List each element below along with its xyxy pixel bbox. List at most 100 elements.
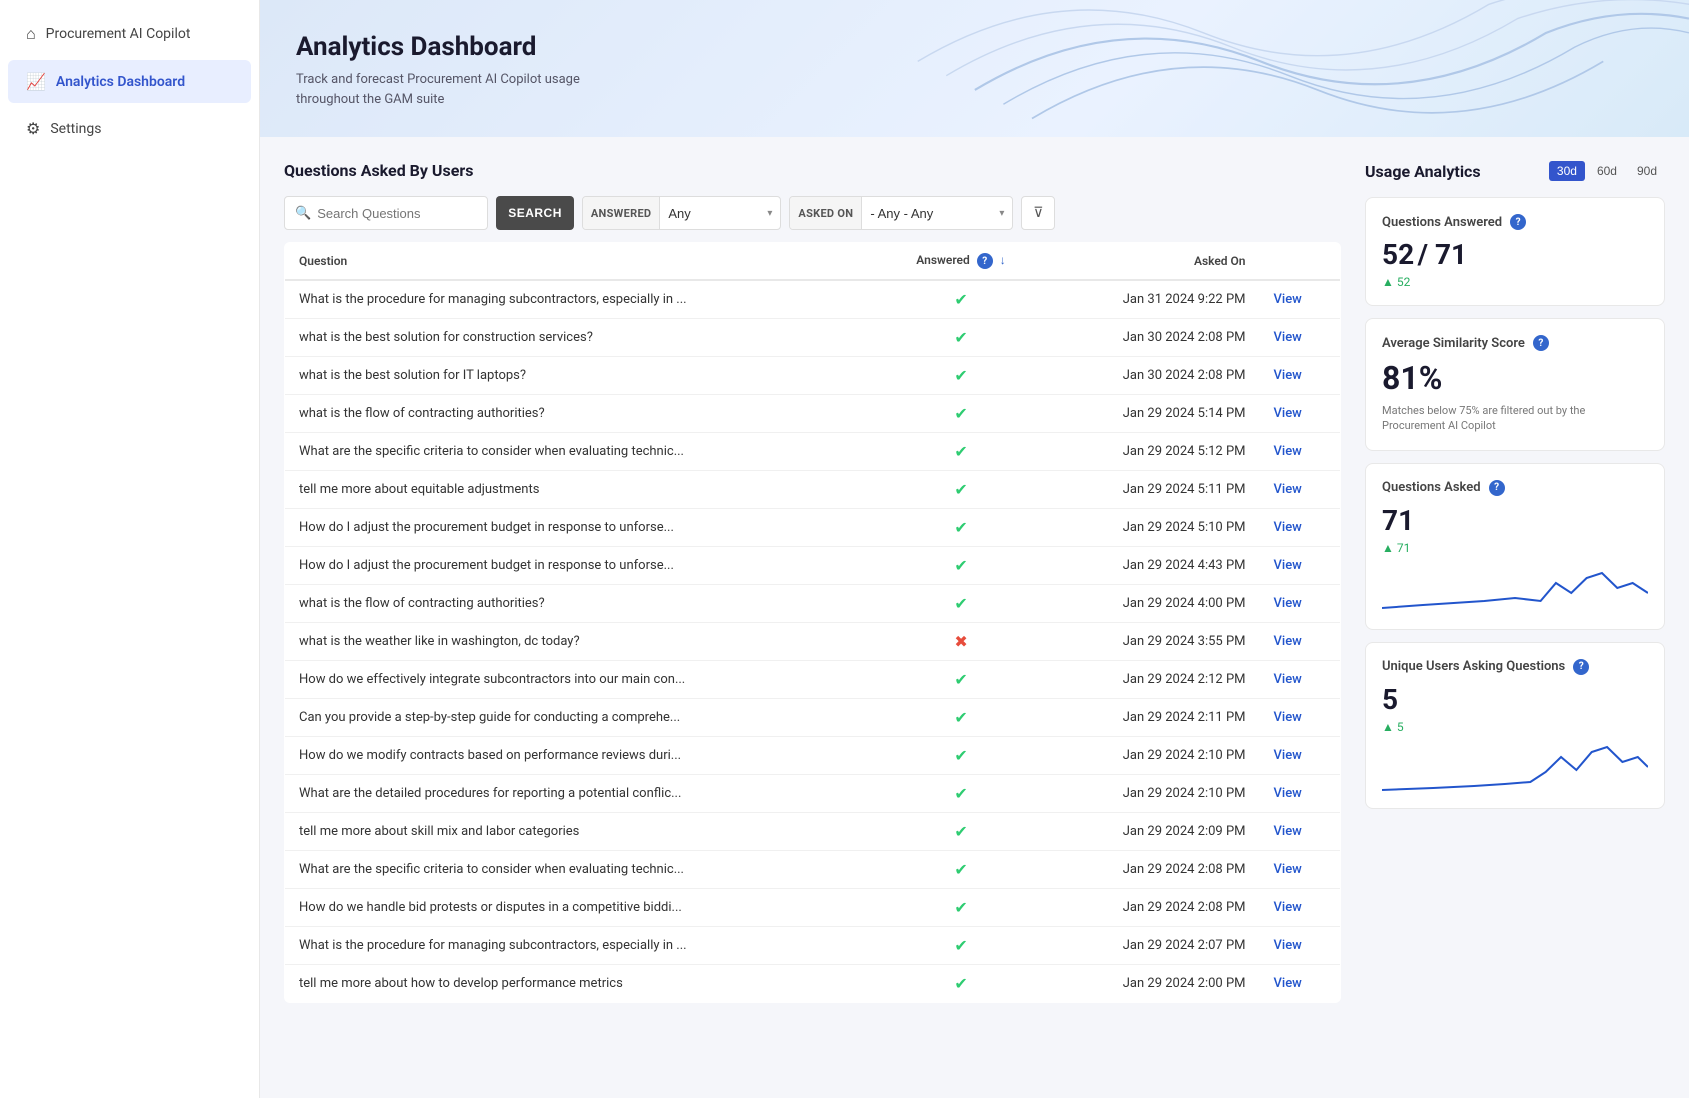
view-link[interactable]: View [1274,748,1302,763]
view-cell[interactable]: View [1260,395,1341,433]
view-link[interactable]: View [1274,938,1302,953]
table-row: what is the weather like in washington, … [285,623,1341,661]
view-link[interactable]: View [1274,444,1302,459]
check-yes-icon: ✔ [954,936,967,955]
view-link[interactable]: View [1274,330,1302,345]
search-box: 🔍 [284,196,488,230]
check-yes-icon: ✔ [954,518,967,537]
asked-on-cell: Jan 29 2024 2:09 PM [1045,813,1260,851]
view-link[interactable]: View [1274,634,1302,649]
view-cell[interactable]: View [1260,319,1341,357]
view-link[interactable]: View [1274,520,1302,535]
view-cell[interactable]: View [1260,927,1341,965]
askedon-select[interactable]: - Any - Any [862,206,1012,221]
view-link[interactable]: View [1274,900,1302,915]
view-cell[interactable]: View [1260,737,1341,775]
view-cell[interactable]: View [1260,813,1341,851]
answered-cell: ✔ [877,509,1044,547]
time-btn-60d[interactable]: 60d [1589,161,1625,181]
sidebar-item-label: Settings [50,121,101,137]
table-row: tell me more about skill mix and labor c… [285,813,1341,851]
time-btn-90d[interactable]: 90d [1629,161,1665,181]
view-cell[interactable]: View [1260,623,1341,661]
view-cell[interactable]: View [1260,357,1341,395]
filter-icon-button[interactable]: ⊽ [1021,196,1055,230]
view-cell[interactable]: View [1260,661,1341,699]
unique-users-help-icon: ? [1573,659,1589,675]
view-link[interactable]: View [1274,292,1302,307]
askedon-filter-label: ASKED ON [790,197,862,229]
table-row: tell me more about how to develop perfor… [285,965,1341,1003]
view-link[interactable]: View [1274,976,1302,991]
view-cell[interactable]: View [1260,509,1341,547]
view-link[interactable]: View [1274,596,1302,611]
asked-on-cell: Jan 29 2024 5:14 PM [1045,395,1260,433]
askedon-select-wrap: - Any - Any [862,206,1012,221]
check-yes-icon: ✔ [954,328,967,347]
questions-answered-title: Questions Answered ? [1382,214,1648,230]
question-cell: What are the specific criteria to consid… [285,433,878,471]
check-yes-icon: ✔ [954,860,967,879]
view-link[interactable]: View [1274,786,1302,801]
sidebar-item-label: Analytics Dashboard [56,74,185,90]
view-cell[interactable]: View [1260,775,1341,813]
answered-cell: ✔ [877,813,1044,851]
view-cell[interactable]: View [1260,965,1341,1003]
asked-on-cell: Jan 30 2024 2:08 PM [1045,319,1260,357]
view-link[interactable]: View [1274,482,1302,497]
question-cell: What are the detailed procedures for rep… [285,775,878,813]
sort-icon: ↓ [1000,253,1006,267]
view-cell[interactable]: View [1260,585,1341,623]
sidebar-item-settings[interactable]: ⚙ Settings [8,107,251,150]
question-cell: How do we handle bid protests or dispute… [285,889,878,927]
view-cell[interactable]: View [1260,889,1341,927]
time-filters: 30d 60d 90d [1549,161,1665,181]
question-cell: tell me more about skill mix and labor c… [285,813,878,851]
check-yes-icon: ✔ [954,670,967,689]
answered-select-wrap: Any Yes No [660,206,780,221]
view-cell[interactable]: View [1260,471,1341,509]
view-link[interactable]: View [1274,672,1302,687]
sidebar: ⌂ Procurement AI Copilot 📈 Analytics Das… [0,0,260,1098]
asked-on-cell: Jan 29 2024 2:10 PM [1045,775,1260,813]
view-link[interactable]: View [1274,862,1302,877]
search-input[interactable] [317,206,477,221]
view-cell[interactable]: View [1260,699,1341,737]
search-button[interactable]: SEARCH [496,196,574,230]
questions-asked-card: Questions Asked ? 71 ▲ 71 [1365,463,1665,630]
answered-cell: ✔ [877,851,1044,889]
asked-on-cell: Jan 29 2024 5:11 PM [1045,471,1260,509]
analytics-title: Usage Analytics [1365,162,1481,181]
check-yes-icon: ✔ [954,442,967,461]
page-title: Analytics Dashboard [296,32,1653,62]
filter-icon: ⊽ [1033,205,1043,221]
view-link[interactable]: View [1274,824,1302,839]
asked-on-cell: Jan 29 2024 4:00 PM [1045,585,1260,623]
view-cell[interactable]: View [1260,280,1341,319]
view-link[interactable]: View [1274,558,1302,573]
table-row: what is the best solution for IT laptops… [285,357,1341,395]
asked-on-cell: Jan 29 2024 2:08 PM [1045,851,1260,889]
check-yes-icon: ✔ [954,404,967,423]
time-btn-30d[interactable]: 30d [1549,161,1585,181]
table-row: tell me more about equitable adjustments… [285,471,1341,509]
answered-cell: ✔ [877,433,1044,471]
view-cell[interactable]: View [1260,547,1341,585]
answered-cell: ✔ [877,319,1044,357]
asked-on-cell: Jan 29 2024 2:08 PM [1045,889,1260,927]
table-row: what is the best solution for constructi… [285,319,1341,357]
view-link[interactable]: View [1274,368,1302,383]
questions-table: Question Answered ? ↓ Asked On [284,242,1341,1003]
unique-users-card: Unique Users Asking Questions ? 5 ▲ 5 [1365,642,1665,809]
question-cell: what is the best solution for IT laptops… [285,357,878,395]
table-row: How do we effectively integrate subcontr… [285,661,1341,699]
view-link[interactable]: View [1274,406,1302,421]
view-cell[interactable]: View [1260,851,1341,889]
sidebar-item-analytics[interactable]: 📈 Analytics Dashboard [8,60,251,103]
check-yes-icon: ✔ [954,480,967,499]
view-link[interactable]: View [1274,710,1302,725]
answered-select[interactable]: Any Yes No [660,206,780,221]
sidebar-item-procurement[interactable]: ⌂ Procurement AI Copilot [8,12,251,56]
avg-similarity-note: Matches below 75% are filtered out by th… [1382,403,1648,434]
view-cell[interactable]: View [1260,433,1341,471]
